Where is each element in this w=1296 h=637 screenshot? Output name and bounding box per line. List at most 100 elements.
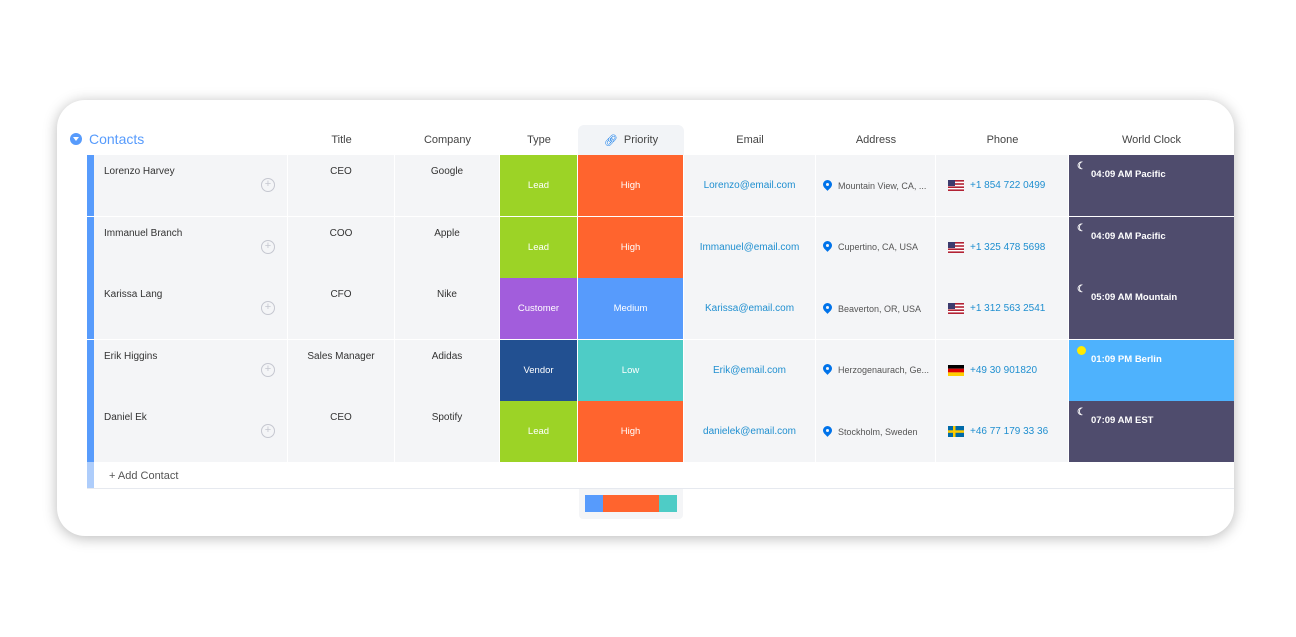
summary-segment-low[interactable]: [658, 495, 678, 512]
col-phone[interactable]: Phone: [936, 125, 1069, 155]
company-cell[interactable]: Nike: [395, 278, 500, 339]
phone-cell[interactable]: +46 77 179 33 36: [936, 401, 1069, 462]
summary-segment-medium[interactable]: [585, 495, 604, 512]
add-update-icon[interactable]: +: [261, 424, 275, 438]
email-link[interactable]: danielek@email.com: [703, 426, 796, 437]
address-cell[interactable]: Mountain View, CA, ...: [816, 155, 936, 216]
title-value: CFO: [330, 289, 352, 300]
email-cell[interactable]: Lorenzo@email.com: [684, 155, 816, 216]
phone-link[interactable]: +49 30 901820: [970, 365, 1037, 376]
col-email[interactable]: Email: [684, 125, 816, 155]
add-update-icon[interactable]: +: [261, 239, 275, 254]
name-cell[interactable]: Karissa Lang +: [94, 278, 288, 339]
group-color-bar: [87, 216, 94, 278]
group-header[interactable]: Contacts: [70, 131, 144, 147]
title-cell[interactable]: Sales Manager: [288, 339, 395, 401]
contact-name[interactable]: Erik Higgins: [104, 351, 157, 362]
name-cell[interactable]: Immanuel Branch +: [94, 216, 288, 278]
world-clock-cell[interactable]: ☾ 07:09 AM EST: [1069, 401, 1234, 462]
address-cell[interactable]: Herzogenaurach, Ge...: [816, 339, 936, 401]
type-status[interactable]: Customer: [500, 278, 578, 339]
col-priority[interactable]: 🔗︎ Priority: [578, 125, 684, 155]
phone-cell[interactable]: +1 325 478 5698: [936, 216, 1069, 278]
contact-name[interactable]: Immanuel Branch: [104, 228, 182, 239]
table-row[interactable]: Erik Higgins + Sales Manager Adidas Vendo…: [87, 339, 1234, 401]
contact-name[interactable]: Karissa Lang: [104, 289, 162, 300]
world-clock-cell[interactable]: ☾ 04:09 AM Pacific: [1069, 155, 1234, 216]
world-clock-cell[interactable]: ☾ 05:09 AM Mountain: [1069, 278, 1234, 339]
contact-name[interactable]: Daniel Ek: [104, 412, 147, 423]
address-cell[interactable]: Cupertino, CA, USA: [816, 216, 936, 278]
phone-link[interactable]: +1 312 563 2541: [970, 303, 1045, 314]
phone-link[interactable]: +46 77 179 33 36: [970, 426, 1048, 437]
priority-label: Medium: [613, 303, 648, 314]
title-cell[interactable]: CEO: [288, 401, 395, 462]
col-title[interactable]: Title: [288, 125, 395, 155]
company-cell[interactable]: Adidas: [395, 339, 500, 401]
contact-name[interactable]: Lorenzo Harvey: [104, 166, 175, 177]
email-link[interactable]: Erik@email.com: [713, 365, 786, 376]
priority-status[interactable]: High: [578, 216, 684, 278]
table-row[interactable]: Lorenzo Harvey + CEO Google Lead High Lor…: [87, 155, 1234, 216]
flag-se-icon: [948, 426, 964, 437]
email-cell[interactable]: danielek@email.com: [684, 401, 816, 462]
address-value: Beaverton, OR, USA: [838, 303, 922, 314]
phone-cell[interactable]: +1 854 722 0499: [936, 155, 1069, 216]
email-link[interactable]: Lorenzo@email.com: [704, 180, 796, 191]
company-cell[interactable]: Apple: [395, 216, 500, 278]
col-address[interactable]: Address: [816, 125, 936, 155]
add-contact-row[interactable]: + Add Contact: [87, 462, 1234, 489]
priority-status[interactable]: Medium: [578, 278, 684, 339]
priority-summary[interactable]: [579, 489, 683, 519]
phone-cell[interactable]: +1 312 563 2541: [936, 278, 1069, 339]
priority-status[interactable]: High: [578, 155, 684, 216]
col-priority-label: Priority: [623, 134, 659, 146]
title-cell[interactable]: COO: [288, 216, 395, 278]
email-cell[interactable]: Immanuel@email.com: [684, 216, 816, 278]
type-status[interactable]: Lead: [500, 216, 578, 278]
company-cell[interactable]: Spotify: [395, 401, 500, 462]
phone-link[interactable]: +1 854 722 0499: [970, 180, 1045, 191]
company-cell[interactable]: Google: [395, 155, 500, 216]
group-color-bar: [87, 401, 94, 462]
email-link[interactable]: Immanuel@email.com: [700, 242, 800, 253]
col-company[interactable]: Company: [395, 125, 500, 155]
type-status[interactable]: Lead: [500, 155, 578, 216]
phone-cell[interactable]: +49 30 901820: [936, 339, 1069, 401]
priority-status[interactable]: High: [578, 401, 684, 462]
email-cell[interactable]: Erik@email.com: [684, 339, 816, 401]
title-cell[interactable]: CEO: [288, 155, 395, 216]
add-update-icon[interactable]: +: [261, 301, 275, 315]
clock-value: 05:09 AM Mountain: [1091, 292, 1178, 303]
priority-status[interactable]: Low: [578, 339, 684, 401]
table-row[interactable]: Immanuel Branch + COO Apple Lead High Imm…: [87, 216, 1234, 278]
address-cell[interactable]: Stockholm, Sweden: [816, 401, 936, 462]
type-status[interactable]: Vendor: [500, 339, 578, 401]
moon-icon: ☾: [1077, 222, 1086, 234]
company-value: Adidas: [431, 350, 463, 362]
add-update-icon[interactable]: +: [261, 178, 275, 192]
collapse-toggle-icon[interactable]: [70, 133, 82, 145]
col-type[interactable]: Type: [500, 125, 578, 155]
col-world-clock[interactable]: World Clock: [1069, 125, 1234, 155]
address-cell[interactable]: Beaverton, OR, USA: [816, 278, 936, 339]
world-clock-cell[interactable]: 01:09 PM Berlin: [1069, 339, 1234, 401]
table-row[interactable]: Daniel Ek + CEO Spotify Lead High daniele…: [87, 401, 1234, 462]
name-cell[interactable]: Erik Higgins +: [94, 339, 288, 401]
email-link[interactable]: Karissa@email.com: [705, 303, 794, 314]
type-status[interactable]: Lead: [500, 401, 578, 462]
summary-segment-high[interactable]: [603, 495, 659, 512]
add-contact-button[interactable]: + Add Contact: [109, 470, 178, 482]
name-cell[interactable]: Lorenzo Harvey +: [94, 155, 288, 216]
group-title[interactable]: Contacts: [89, 131, 144, 147]
name-cell[interactable]: Daniel Ek +: [94, 401, 288, 462]
email-cell[interactable]: Karissa@email.com: [684, 278, 816, 339]
add-update-icon[interactable]: +: [261, 362, 275, 377]
type-label: Vendor: [523, 364, 554, 376]
phone-link[interactable]: +1 325 478 5698: [970, 242, 1045, 253]
table-row[interactable]: Karissa Lang + CFO Nike Customer Medium K…: [87, 278, 1234, 339]
location-pin-icon: [823, 364, 832, 376]
world-clock-cell[interactable]: ☾ 04:09 AM Pacific: [1069, 216, 1234, 278]
link-icon: 🔗︎: [603, 134, 618, 147]
title-cell[interactable]: CFO: [288, 278, 395, 339]
